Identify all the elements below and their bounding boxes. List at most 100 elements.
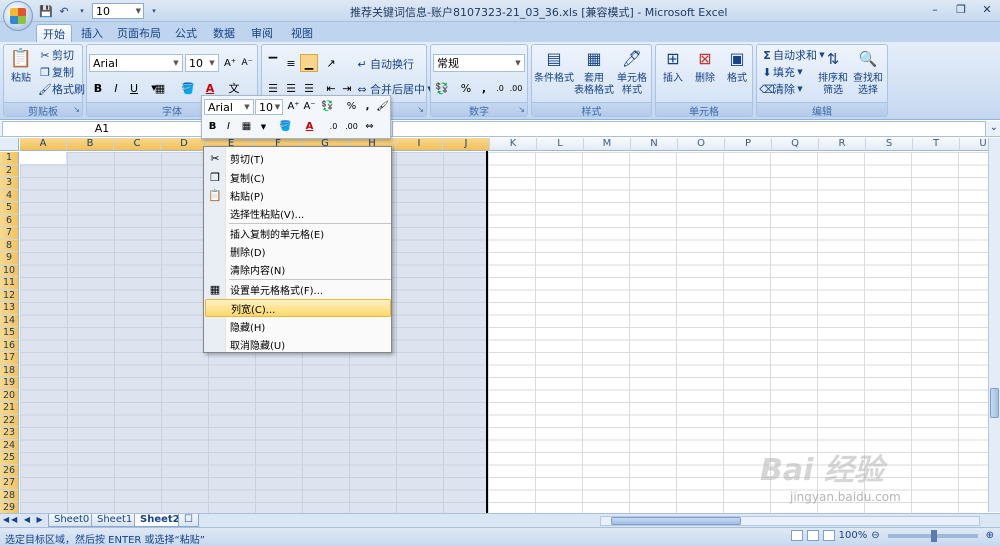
cells-area[interactable] xyxy=(488,152,988,513)
row-header[interactable]: 28 xyxy=(0,489,19,502)
row-header[interactable]: 17 xyxy=(0,352,19,365)
column-header[interactable]: R xyxy=(819,138,866,151)
currency-icon[interactable]: 💱 xyxy=(433,79,451,97)
zoom-slider[interactable] xyxy=(887,529,978,542)
tab-data[interactable]: 数据 xyxy=(210,24,238,42)
row-header[interactable]: 4 xyxy=(0,189,19,202)
column-header[interactable]: B xyxy=(67,138,114,151)
column-header[interactable]: Q xyxy=(772,138,819,151)
column-header[interactable]: T xyxy=(913,138,960,151)
close-button[interactable]: ✕ xyxy=(974,0,1000,18)
column-header[interactable]: I xyxy=(396,138,443,151)
mini-percent-button[interactable]: % xyxy=(344,99,359,114)
paste-button[interactable]: 📋 粘贴 xyxy=(7,47,35,85)
fill-color-icon[interactable]: 🪣 xyxy=(179,79,197,97)
underline-button[interactable]: U xyxy=(125,79,143,97)
shrink-font-icon[interactable]: A⁻ xyxy=(238,54,256,72)
tab-page-layout[interactable]: 页面布局 xyxy=(114,24,164,42)
row-header[interactable]: 12 xyxy=(0,289,19,302)
column-header[interactable]: P xyxy=(725,138,772,151)
undo-icon[interactable]: ↶ xyxy=(56,3,72,19)
column-header[interactable]: K xyxy=(490,138,537,151)
decrease-decimal-icon[interactable]: .00 xyxy=(344,119,359,134)
format-cells-button[interactable]: ▣ 格式 xyxy=(722,47,752,85)
mini-italic-button[interactable]: I xyxy=(221,119,236,134)
copy-button[interactable]: ❐ 复制 xyxy=(38,64,74,80)
format-painter-icon[interactable]: 🖌 xyxy=(375,99,390,114)
expand-formula-bar-icon[interactable]: ⌄ xyxy=(990,122,998,133)
active-cell[interactable] xyxy=(20,152,66,164)
row-header[interactable]: 14 xyxy=(0,314,19,327)
row-header[interactable]: 20 xyxy=(0,389,19,402)
align-bottom-icon[interactable]: ▁ xyxy=(300,54,318,72)
normal-view-icon[interactable] xyxy=(790,530,803,541)
row-header[interactable]: 26 xyxy=(0,464,19,477)
tab-view[interactable]: 视图 xyxy=(288,24,316,42)
mini-bold-button[interactable]: B xyxy=(205,119,220,134)
decrease-decimal-icon[interactable]: .00 xyxy=(507,79,525,97)
italic-button[interactable]: I xyxy=(107,79,125,97)
column-header[interactable]: A xyxy=(20,138,67,151)
name-box[interactable]: A1 xyxy=(2,121,202,137)
formula-input[interactable] xyxy=(392,121,986,137)
customize-qat-icon[interactable]: ▾ xyxy=(146,3,162,19)
wrap-text-button[interactable]: ↵ 自动换行 xyxy=(354,56,414,72)
menu-item-clear-contents[interactable]: 清除内容(N) xyxy=(205,260,391,278)
row-header[interactable]: 16 xyxy=(0,339,19,352)
row-header[interactable]: 29 xyxy=(0,502,19,513)
row-header[interactable]: 2 xyxy=(0,164,19,177)
column-header[interactable]: D xyxy=(161,138,208,151)
mini-font-name-select[interactable]: Arial ▼ xyxy=(204,99,254,115)
cut-button[interactable]: ✂ 剪切 xyxy=(38,47,74,63)
number-format-select[interactable]: 常规 ▼ xyxy=(433,54,525,72)
row-header[interactable]: 22 xyxy=(0,414,19,427)
grow-font-icon[interactable]: A⁺ xyxy=(221,54,239,72)
column-header[interactable]: M xyxy=(584,138,631,151)
row-header[interactable]: 9 xyxy=(0,252,19,265)
dialog-launcher-icon[interactable]: ↘ xyxy=(518,105,525,114)
tab-formulas[interactable]: 公式 xyxy=(172,24,200,42)
menu-item-copy[interactable]: ❐ 复制(C) xyxy=(205,168,391,186)
borders-icon[interactable]: ▦ xyxy=(151,79,169,97)
column-header[interactable]: N xyxy=(631,138,678,151)
insert-cells-button[interactable]: ⊞ 插入 xyxy=(658,47,688,85)
align-top-icon[interactable]: ▔ xyxy=(264,54,282,72)
zoom-slider-knob[interactable] xyxy=(930,529,937,542)
menu-item-paste-special[interactable]: 选择性粘贴(V)... xyxy=(205,204,391,222)
row-header[interactable]: 11 xyxy=(0,277,19,290)
row-header[interactable]: 18 xyxy=(0,364,19,377)
sort-filter-button[interactable]: ⇅ 排序和 筛选 xyxy=(817,47,849,97)
zoom-level[interactable]: 100% xyxy=(839,530,868,541)
column-header[interactable]: C xyxy=(114,138,161,151)
column-header[interactable]: U xyxy=(960,138,988,151)
tab-insert[interactable]: 插入 xyxy=(78,24,106,42)
row-header[interactable]: 10 xyxy=(0,264,19,277)
row-header[interactable]: 3 xyxy=(0,177,19,190)
bold-button[interactable]: B xyxy=(89,79,107,97)
fill-color-icon[interactable]: 🪣 xyxy=(278,119,293,134)
menu-item-format-cells[interactable]: ▦ 设置单元格格式(F)... xyxy=(205,280,391,298)
dialog-launcher-icon[interactable]: ↘ xyxy=(73,105,80,114)
zoom-in-icon[interactable]: ⊕ xyxy=(986,530,994,541)
row-header[interactable]: 5 xyxy=(0,202,19,215)
minimize-button[interactable]: – xyxy=(922,0,948,18)
font-size-select[interactable]: 10 ▼ xyxy=(185,54,219,72)
mini-font-size-select[interactable]: 10 ▼ xyxy=(255,99,283,115)
row-header[interactable]: 6 xyxy=(0,214,19,227)
row-header[interactable]: 8 xyxy=(0,239,19,252)
row-header[interactable]: 24 xyxy=(0,439,19,452)
orientation-icon[interactable]: ↗ xyxy=(322,54,340,72)
row-header[interactable]: 25 xyxy=(0,452,19,465)
row-header[interactable]: 19 xyxy=(0,377,19,390)
qat-font-size[interactable]: 10 ▼ xyxy=(92,3,144,19)
font-name-select[interactable]: Arial ▼ xyxy=(89,54,183,72)
sheet-tab[interactable]: Sheet0 xyxy=(48,514,96,527)
zoom-out-icon[interactable]: ⊖ xyxy=(871,530,879,541)
clear-button[interactable]: ⌫ 清除 ▼ xyxy=(759,81,805,97)
menu-item-column-width[interactable]: 列宽(C)... xyxy=(205,299,391,317)
scroll-thumb[interactable] xyxy=(611,517,741,525)
align-middle-icon[interactable]: ≡ xyxy=(282,54,300,72)
increase-decimal-icon[interactable]: .0 xyxy=(326,119,341,134)
save-icon[interactable]: 💾 xyxy=(38,3,54,19)
row-header[interactable]: 27 xyxy=(0,477,19,490)
